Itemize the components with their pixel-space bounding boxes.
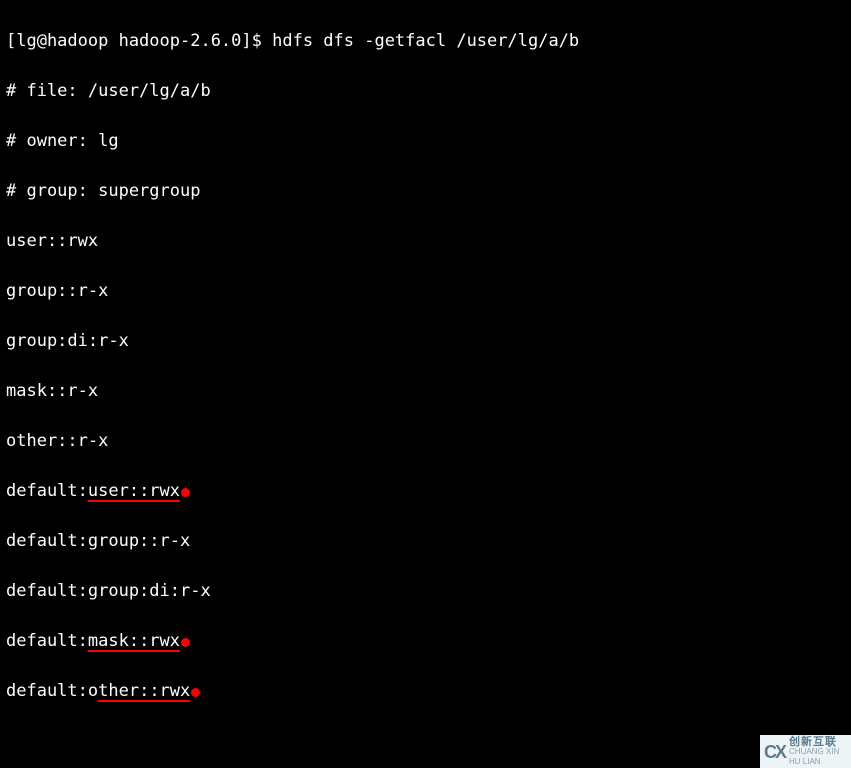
- watermark-logo: CX 创新互联 CHUANG XIN HU LIAN: [760, 735, 851, 768]
- highlight-segment: ther::rwx: [98, 681, 190, 701]
- output-line-highlighted: default:mask::rwx: [6, 629, 845, 654]
- output-line: # file: /user/lg/a/b: [6, 79, 845, 104]
- blank-line: [6, 729, 845, 754]
- watermark-subtext: CHUANG XIN HU LIAN: [789, 747, 847, 767]
- output-line: # group: supergroup: [6, 179, 845, 204]
- output-line: default:group:di:r-x: [6, 579, 845, 604]
- shell-prompt: [lg@hadoop hadoop-2.6.0]$: [6, 31, 272, 51]
- output-line: mask::r-x: [6, 379, 845, 404]
- highlight-segment: mask::rwx: [88, 631, 180, 651]
- prompt-line[interactable]: [lg@hadoop hadoop-2.6.0]$ hdfs dfs -getf…: [6, 29, 845, 54]
- annotation-endpoint-icon: [181, 638, 190, 647]
- output-line-highlighted: default:other::rwx: [6, 679, 845, 704]
- output-line-highlighted: default:user::rwx: [6, 479, 845, 504]
- output-line: # owner: lg: [6, 129, 845, 154]
- terminal-output: [lg@hadoop hadoop-2.6.0]$ hdfs dfs -getf…: [0, 0, 851, 768]
- output-line: user::rwx: [6, 229, 845, 254]
- watermark-brand: 创新互联: [789, 737, 847, 747]
- output-line: other::r-x: [6, 429, 845, 454]
- annotation-endpoint-icon: [181, 488, 190, 497]
- output-line: group:di:r-x: [6, 329, 845, 354]
- output-line: group::r-x: [6, 279, 845, 304]
- watermark-icon: CX: [764, 747, 785, 757]
- output-line: default:group::r-x: [6, 529, 845, 554]
- annotation-endpoint-icon: [191, 688, 200, 697]
- command-text: hdfs dfs -getfacl /user/lg/a/b: [272, 31, 579, 51]
- highlight-segment: user::rwx: [88, 481, 180, 501]
